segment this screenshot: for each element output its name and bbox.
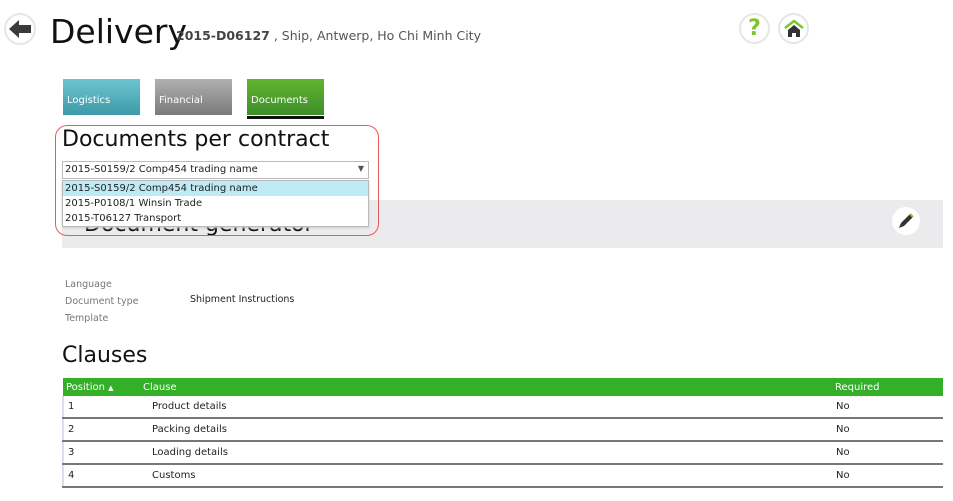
contract-option[interactable]: 2015-T06127 Transport	[63, 211, 368, 226]
table-row[interactable]: 1 Product details No	[62, 396, 943, 419]
sort-asc-icon: ▲	[108, 383, 114, 392]
language-label: Language	[65, 279, 112, 290]
home-button[interactable]	[778, 13, 809, 44]
contract-option[interactable]: 2015-P0108/1 Winsin Trade	[63, 196, 368, 211]
clause-cell: Product details	[140, 396, 832, 419]
required-cell: No	[832, 396, 943, 419]
help-button[interactable]: ?	[739, 13, 770, 44]
required-cell: No	[832, 464, 943, 488]
page-title: Delivery	[50, 12, 187, 51]
contract-option[interactable]: 2015-S0159/2 Comp454 trading name	[63, 181, 368, 196]
template-label: Template	[65, 313, 109, 324]
question-icon: ?	[748, 16, 761, 41]
tab-financial[interactable]: Financial	[155, 79, 232, 115]
pencil-icon	[899, 213, 914, 228]
position-cell: 3	[62, 441, 140, 465]
table-row[interactable]: 2 Packing details No	[62, 418, 943, 442]
column-clause[interactable]: Clause	[140, 378, 832, 396]
position-cell: 2	[62, 418, 140, 442]
document-type-value: Shipment Instructions	[190, 294, 295, 305]
column-position[interactable]: Position ▲	[63, 378, 140, 396]
contract-options: 2015-S0159/2 Comp454 trading name 2015-P…	[62, 180, 369, 227]
contracts-title: Documents per contract	[62, 127, 330, 152]
home-icon	[783, 19, 804, 37]
required-cell: No	[832, 418, 943, 442]
active-tab-underline	[247, 116, 324, 119]
clause-cell: Packing details	[140, 418, 832, 442]
clause-cell: Loading details	[140, 441, 832, 465]
position-cell: 1	[62, 396, 140, 419]
chevron-down-icon: ▼	[357, 164, 364, 173]
position-cell: 4	[62, 464, 140, 488]
required-cell: No	[832, 441, 943, 465]
table-row[interactable]: 3 Loading details No	[62, 441, 943, 465]
table-row[interactable]: 4 Customs No	[62, 464, 943, 488]
delivery-subtitle: 2015-D06127 , Ship, Antwerp, Ho Chi Minh…	[176, 28, 481, 43]
column-required[interactable]: Required	[832, 378, 943, 396]
clause-cell: Customs	[140, 464, 832, 488]
back-button[interactable]	[4, 13, 36, 45]
clauses-title: Clauses	[62, 343, 148, 368]
tab-logistics[interactable]: Logistics	[63, 79, 140, 115]
tab-documents[interactable]: Documents	[247, 79, 324, 115]
edit-button[interactable]	[892, 207, 920, 235]
clauses-table: Position ▲ Clause Required 1 Product deta…	[62, 378, 943, 488]
document-type-label: Document type	[65, 296, 139, 307]
arrow-left-icon	[9, 20, 31, 38]
contract-select[interactable]: 2015-S0159/2 Comp454 trading name ▼	[62, 161, 369, 179]
